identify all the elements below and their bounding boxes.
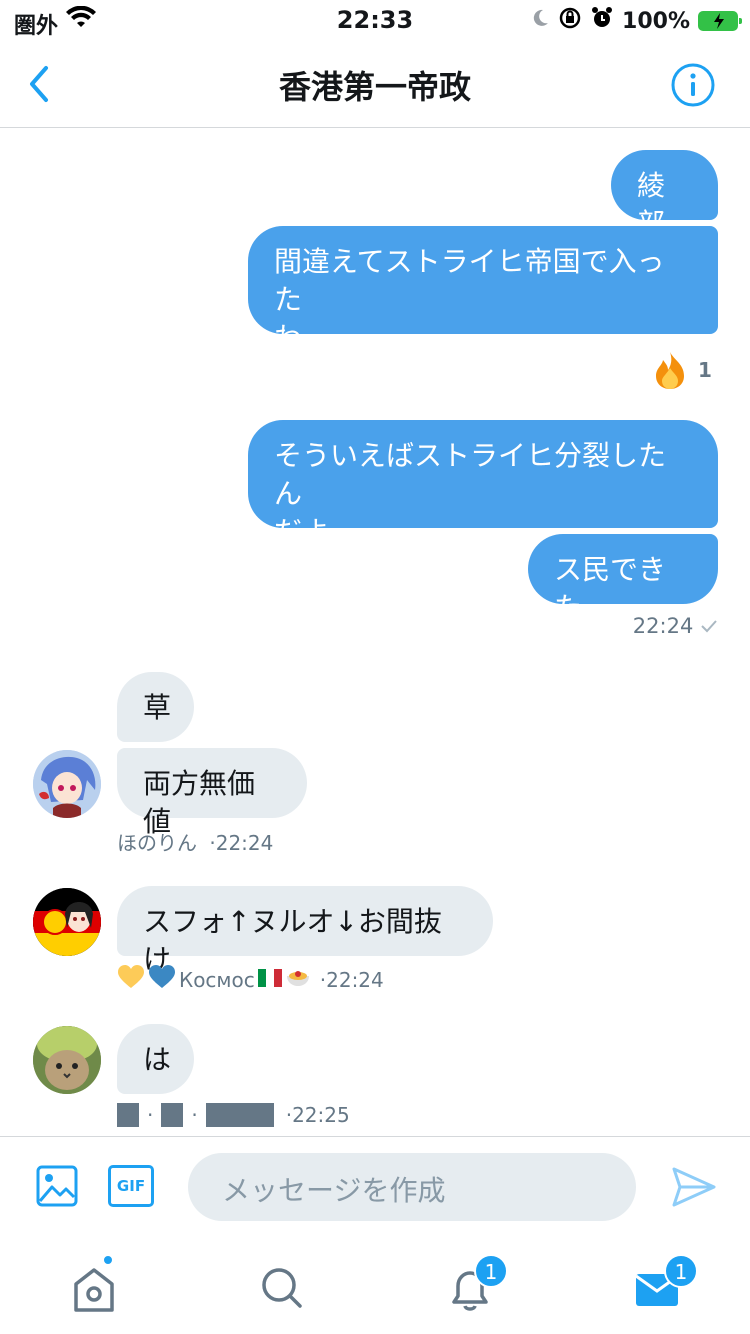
- message-text: は: [143, 1043, 172, 1076]
- cat-avatar-icon: [33, 1026, 101, 1094]
- message-text: そういえばストライヒ分裂したん: [274, 439, 667, 510]
- battery-icon: [698, 11, 742, 31]
- tab-home[interactable]: [64, 1254, 124, 1318]
- send-button[interactable]: [672, 1167, 716, 1211]
- info-icon: [671, 63, 715, 107]
- info-button[interactable]: [670, 62, 716, 108]
- compose-bar: GIF メッセージを作成: [0, 1136, 750, 1236]
- add-image-button[interactable]: [36, 1165, 78, 1211]
- home-new-indicator: [102, 1254, 114, 1266]
- message-text: 間違えてストライヒ帝国で入った: [274, 245, 665, 316]
- italy-flag-icon: [257, 968, 282, 992]
- image-icon: [36, 1165, 78, 1207]
- search-icon: [262, 1268, 302, 1308]
- avatar[interactable]: [33, 1026, 101, 1094]
- home-icon: [74, 1268, 114, 1312]
- separator-dot: ·: [147, 1103, 154, 1127]
- add-gif-button[interactable]: GIF: [108, 1165, 154, 1207]
- rotation-lock-icon: [558, 6, 582, 36]
- tab-notifications[interactable]: 1: [440, 1254, 508, 1318]
- message-text-continued: わ: [274, 321, 303, 354]
- notifications-badge: 1: [474, 1254, 508, 1288]
- sender-name: ほのりん: [117, 831, 197, 855]
- conversation-header: 香港第一帝政: [0, 40, 750, 128]
- tab-search[interactable]: [252, 1258, 312, 1318]
- status-bar: 圏外 22:33 100%: [0, 0, 750, 40]
- flag-character-avatar-icon: [33, 888, 101, 956]
- message-timestamp: ·22:24: [209, 831, 274, 855]
- avatar[interactable]: [33, 888, 101, 956]
- message-bubble-incoming[interactable]: 両方無価値: [117, 748, 307, 838]
- gif-icon: GIF: [108, 1165, 154, 1207]
- redacted-name-block: [205, 1103, 274, 1127]
- reaction[interactable]: 1: [650, 350, 712, 390]
- yellow-heart-icon: [117, 964, 145, 995]
- reaction-count: 1: [698, 358, 712, 382]
- avatar[interactable]: [33, 750, 101, 818]
- message-timestamp: ·22:25: [285, 1103, 350, 1127]
- message-input[interactable]: メッセージを作成: [188, 1153, 636, 1221]
- redacted-name-block: [117, 1103, 139, 1127]
- alarm-icon: [590, 6, 614, 36]
- moon-icon: [530, 8, 550, 34]
- sender-name: Космос: [179, 967, 255, 992]
- message-timestamp: ·22:24: [319, 967, 384, 992]
- message-bubble-incoming[interactable]: スフォ↑ヌルオ↓お間抜け: [117, 886, 493, 976]
- message-bubble-outgoing[interactable]: 綾部: [611, 150, 718, 240]
- message-sender-meta: Космос ·22:24: [117, 964, 384, 995]
- battery-percent: 100%: [622, 8, 690, 34]
- tab-bar: 1 1: [0, 1236, 750, 1334]
- message-bubble-incoming[interactable]: は: [117, 1024, 194, 1094]
- redacted-name-block: [161, 1103, 184, 1127]
- conversation-title: 香港第一帝政: [278, 68, 471, 106]
- send-icon: [672, 1167, 716, 1207]
- message-bubble-outgoing[interactable]: そういえばストライヒ分裂したん だよ: [248, 420, 718, 548]
- tab-messages[interactable]: 1: [628, 1254, 698, 1318]
- message-bubble-incoming[interactable]: 草: [117, 672, 194, 742]
- message-bubble-outgoing[interactable]: ス民できた: [528, 534, 718, 624]
- message-sender-meta: ほのりん ·22:24: [117, 827, 273, 856]
- separator-dot: ·: [191, 1103, 198, 1127]
- messages-badge: 1: [664, 1254, 698, 1288]
- sent-check-icon: [701, 620, 717, 633]
- message-text: 草: [143, 691, 172, 724]
- blue-heart-icon: [148, 964, 176, 995]
- message-sender-meta: · · ·22:25: [117, 1103, 350, 1127]
- fire-icon: [656, 352, 684, 389]
- message-bubble-outgoing[interactable]: 間違えてストライヒ帝国で入った わ: [248, 226, 718, 354]
- spaghetti-icon: [285, 966, 311, 993]
- message-timestamp: 22:24: [580, 614, 718, 638]
- anime-character-avatar-icon: [33, 750, 101, 818]
